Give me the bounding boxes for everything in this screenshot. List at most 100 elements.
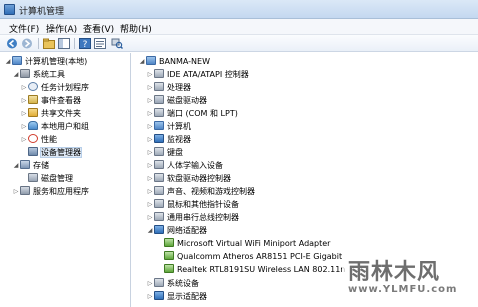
ide-controller-icon (154, 69, 164, 78)
monitor-icon (154, 134, 164, 143)
tree-node-device-manager[interactable]: 设备管理器 (20, 146, 82, 159)
menu-view[interactable]: 查看(V) (83, 22, 114, 35)
event-viewer-icon (28, 95, 38, 104)
performance-icon (28, 134, 38, 143)
scan-hardware-icon[interactable] (111, 38, 123, 49)
tree-node-computer-management-local[interactable]: ◢ 计算机管理(本地) (4, 55, 87, 68)
show-hide-tree-icon[interactable] (58, 38, 70, 49)
sound-icon (154, 186, 164, 195)
shared-folders-icon (28, 108, 38, 117)
disk-management-icon (28, 173, 38, 182)
help-icon[interactable]: ? (79, 38, 91, 50)
watermark-logo: 雨林木风 www.YLMFU.com (342, 248, 478, 304)
mouse-icon (154, 199, 164, 208)
device-category[interactable]: ▷ 处理器 (146, 81, 191, 94)
device-category[interactable]: ▷ 端口 (COM 和 LPT) (146, 107, 238, 120)
expand-arrow-icon[interactable]: ▷ (146, 185, 154, 198)
services-icon (20, 186, 30, 195)
network-adapter-icon (154, 225, 164, 234)
computer-icon (146, 56, 156, 65)
expand-arrow-icon[interactable]: ▷ (20, 107, 28, 120)
expand-arrow-icon[interactable]: ▷ (12, 185, 20, 198)
task-scheduler-icon (28, 82, 38, 91)
window-title: 计算机管理 (19, 7, 65, 17)
watermark-text: 雨林木风 (348, 260, 441, 285)
menu-bar: 文件(F) 操作(A) 查看(V) 帮助(H) (0, 19, 478, 35)
hid-icon (154, 160, 164, 169)
back-arrow-icon[interactable] (6, 38, 18, 49)
expand-arrow-icon[interactable]: ▷ (146, 290, 154, 303)
device-category-network-adapters[interactable]: ◢ 网络适配器 (146, 224, 207, 237)
expand-arrow-icon[interactable]: ▷ (146, 198, 154, 211)
computer-icon (154, 121, 164, 130)
expand-arrow-icon[interactable]: ▷ (146, 120, 154, 133)
expand-arrow-icon[interactable]: ▷ (146, 68, 154, 81)
collapse-arrow-icon[interactable]: ◢ (4, 55, 12, 68)
collapse-arrow-icon[interactable]: ◢ (12, 159, 20, 172)
device-root-node[interactable]: ◢ BANMA-NEW (138, 55, 210, 68)
menu-help[interactable]: 帮助(H) (120, 22, 152, 35)
tree-node-services-applications[interactable]: ▷ 服务和应用程序 (12, 185, 89, 198)
storage-icon (20, 160, 30, 169)
device-category[interactable]: ▷ 显示适配器 (146, 290, 207, 303)
expand-arrow-icon[interactable]: ▷ (20, 120, 28, 133)
network-adapter-item[interactable]: Microsoft Virtual WiFi Miniport Adapter (164, 237, 330, 250)
device-category[interactable]: ▷ 声音、视频和游戏控制器 (146, 185, 255, 198)
system-tools-icon (20, 69, 30, 78)
expand-arrow-icon[interactable]: ▷ (146, 146, 154, 159)
tree-node-disk-management[interactable]: 磁盘管理 (20, 172, 73, 185)
expand-arrow-icon[interactable]: ▷ (146, 133, 154, 146)
properties-icon[interactable] (94, 38, 106, 49)
menu-action[interactable]: 操作(A) (46, 22, 77, 35)
svg-text:?: ? (83, 40, 88, 49)
expand-arrow-icon[interactable]: ▷ (146, 81, 154, 94)
network-card-icon (164, 264, 174, 273)
device-category[interactable]: ▷ 人体学输入设备 (146, 159, 223, 172)
device-manager-icon (28, 147, 38, 156)
keyboard-icon (154, 147, 164, 156)
expand-arrow-icon[interactable]: ▷ (20, 81, 28, 94)
floppy-controller-icon (154, 173, 164, 182)
tree-node-performance[interactable]: ▷ 性能 (20, 133, 57, 146)
network-adapter-item[interactable]: Qualcomm Atheros AR8151 PCI-E Gigabit (164, 250, 342, 263)
device-category[interactable]: ▷ 鼠标和其他指针设备 (146, 198, 239, 211)
tree-node-storage[interactable]: ◢ 存储 (12, 159, 49, 172)
network-card-icon (164, 251, 174, 260)
device-category[interactable]: ▷ 计算机 (146, 120, 191, 133)
collapse-arrow-icon[interactable]: ◢ (146, 224, 154, 237)
device-category[interactable]: ▷ 软盘驱动器控制器 (146, 172, 231, 185)
expand-arrow-icon[interactable]: ▷ (146, 211, 154, 224)
collapse-arrow-icon[interactable]: ◢ (12, 68, 20, 81)
collapse-arrow-icon[interactable]: ◢ (138, 55, 146, 68)
tree-node-event-viewer[interactable]: ▷ 事件查看器 (20, 94, 81, 107)
up-folder-icon[interactable] (43, 38, 55, 49)
expand-arrow-icon[interactable]: ▷ (146, 94, 154, 107)
tree-node-shared-folders[interactable]: ▷ 共享文件夹 (20, 107, 81, 120)
device-category[interactable]: ▷ 键盘 (146, 146, 183, 159)
expand-arrow-icon[interactable]: ▷ (146, 159, 154, 172)
expand-arrow-icon[interactable]: ▷ (146, 277, 154, 290)
expand-arrow-icon[interactable]: ▷ (20, 94, 28, 107)
menu-file[interactable]: 文件(F) (9, 22, 39, 35)
device-category[interactable]: ▷ IDE ATA/ATAPI 控制器 (146, 68, 249, 81)
toolbar-separator (74, 38, 75, 49)
network-adapter-item[interactable]: Realtek RTL8191SU Wireless LAN 802.11n (164, 263, 345, 276)
navigation-tree: ◢ 计算机管理(本地) ◢ 系统工具 ▷ 任务计划程序 ▷ 事件查看器 ▷ 共享文件夹 ▷… (0, 53, 131, 307)
device-category[interactable]: ▷ 磁盘驱动器 (146, 94, 207, 107)
device-category[interactable]: ▷ 监视器 (146, 133, 191, 146)
expand-arrow-icon[interactable]: ▷ (146, 172, 154, 185)
toolbar: ? (0, 35, 478, 52)
tree-node-local-users-groups[interactable]: ▷ 本地用户和组 (20, 120, 89, 133)
processor-icon (154, 82, 164, 91)
disk-drive-icon (154, 95, 164, 104)
forward-arrow-icon[interactable] (21, 38, 33, 49)
tree-node-system-tools[interactable]: ◢ 系统工具 (12, 68, 65, 81)
expand-arrow-icon[interactable]: ▷ (20, 133, 28, 146)
device-category[interactable]: ▷ 系统设备 (146, 277, 199, 290)
tree-node-task-scheduler[interactable]: ▷ 任务计划程序 (20, 81, 89, 94)
usb-icon (154, 212, 164, 221)
expand-arrow-icon[interactable]: ▷ (146, 107, 154, 120)
device-category[interactable]: ▷ 通用串行总线控制器 (146, 211, 239, 224)
port-icon (154, 108, 164, 117)
watermark-url: www.YLMFU.com (348, 284, 458, 295)
